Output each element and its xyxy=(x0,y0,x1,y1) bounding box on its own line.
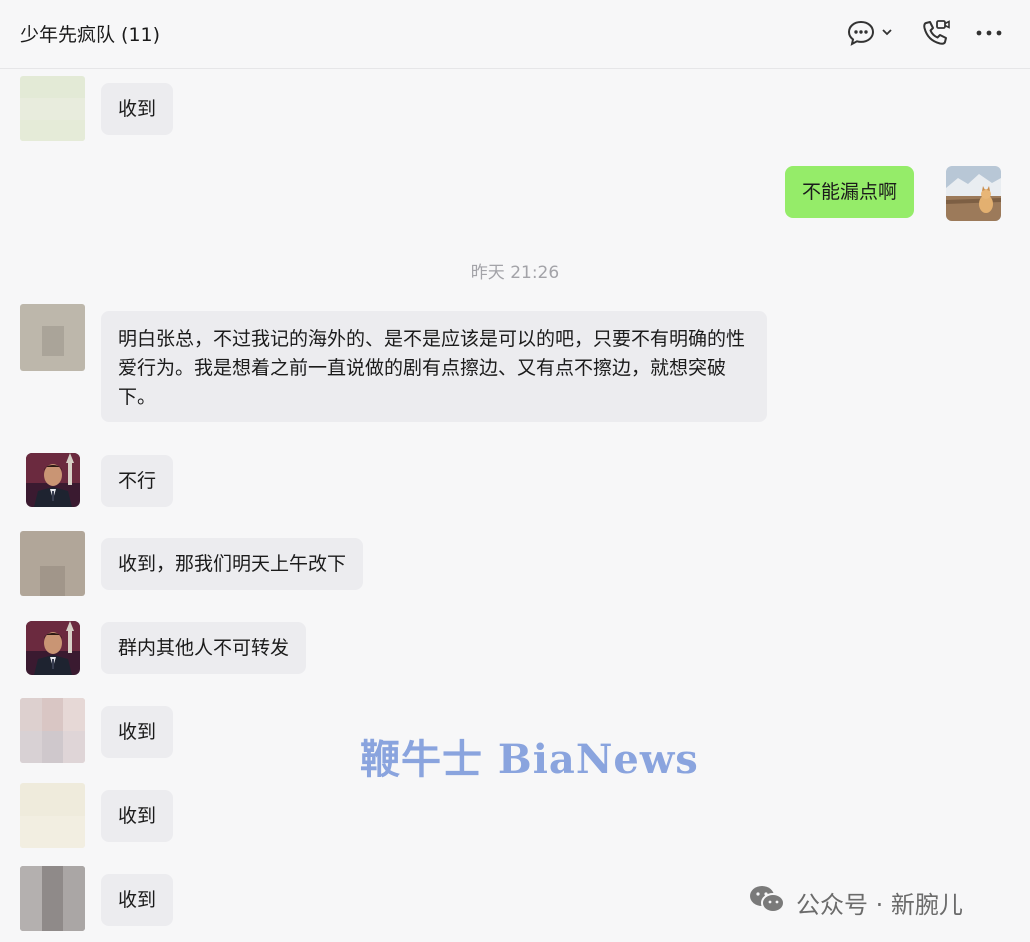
message-bubble-self[interactable]: 不能漏点啊 xyxy=(785,166,915,218)
message-bubble[interactable]: 收到 xyxy=(101,874,174,926)
wechat-official-account-mark: 公众号 · 新腕儿 xyxy=(748,885,963,919)
watermark: 鞭牛士 BiaNews xyxy=(360,736,699,783)
blurred-avatar-light-green[interactable] xyxy=(20,76,85,141)
blurred-avatar-taupe[interactable] xyxy=(20,531,85,596)
message-bubble[interactable]: 收到 xyxy=(101,790,174,842)
message-bubble[interactable]: 明白张总，不过我记的海外的、是不是应该是可以的吧，只要不有明确的性爱行为。我是想… xyxy=(101,311,767,422)
message-bubble[interactable]: 收到，那我们明天上午改下 xyxy=(101,538,364,590)
blurred-avatar-gray[interactable] xyxy=(20,304,85,371)
message-bubble[interactable]: 群内其他人不可转发 xyxy=(101,622,307,674)
more-icon[interactable] xyxy=(975,22,1003,44)
chat-title: 少年先疯队 (11) xyxy=(20,24,161,46)
suited-man-avatar[interactable] xyxy=(26,621,80,675)
blurred-avatar-pink[interactable] xyxy=(20,698,85,763)
chevron-down-icon[interactable] xyxy=(880,25,894,39)
blurred-avatar-dark-gray[interactable] xyxy=(20,866,85,931)
blurred-avatar-cream[interactable] xyxy=(20,783,85,848)
wechat-logo-icon xyxy=(748,883,786,921)
footer-mark-text: 公众号 · 新腕儿 xyxy=(796,890,963,919)
message-timestamp: 昨天 21:26 xyxy=(470,263,560,283)
suited-man-avatar[interactable] xyxy=(26,453,80,507)
message-bubble[interactable]: 收到 xyxy=(101,706,174,758)
voice-video-call-icon[interactable] xyxy=(920,18,952,48)
message-bubble[interactable]: 不行 xyxy=(101,455,174,507)
chat-header: 少年先疯队 (11) xyxy=(0,0,1030,69)
dog-mountain-avatar[interactable] xyxy=(946,166,1001,221)
message-bubble[interactable]: 收到 xyxy=(101,83,174,135)
chat-bubble-icon[interactable] xyxy=(846,18,876,48)
